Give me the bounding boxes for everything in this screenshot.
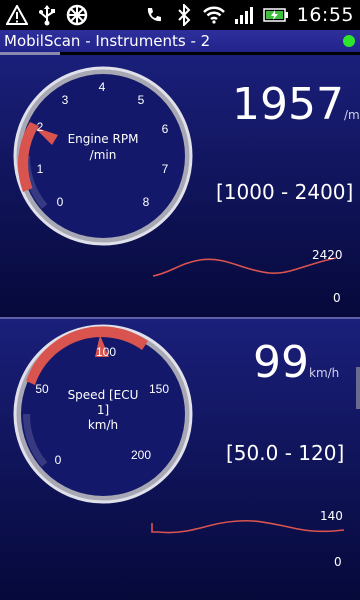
speed-sparkline	[151, 519, 345, 534]
speed-value-unit: km/h	[309, 366, 340, 380]
page-title: MobilScan - Instruments - 2	[4, 32, 211, 50]
usb-icon	[36, 4, 58, 26]
rpm-tick-label: 4	[99, 80, 106, 94]
status-bar: 16:55	[0, 0, 360, 30]
rpm-gauge: 0 1 2 3 4 5 6 7 8 Engine RPM /min	[13, 66, 193, 246]
instrument-panel-engine-rpm[interactable]: 0 1 2 3 4 5 6 7 8 Engine RPM /min 1957/m…	[0, 55, 360, 317]
rpm-range: [1000 - 2400]	[216, 180, 354, 204]
app-title-bar: MobilScan - Instruments - 2	[0, 30, 360, 52]
rpm-spark-max: 2420	[312, 248, 343, 262]
rpm-tick-label: 8	[143, 195, 150, 209]
rpm-tick-label: 1	[37, 162, 44, 176]
rpm-gauge-label: Engine RPM	[68, 132, 139, 146]
scroll-indicator[interactable]	[356, 367, 360, 409]
rpm-tick-label: 7	[162, 162, 169, 176]
speed-range: [50.0 - 120]	[226, 441, 345, 465]
speed-tick-label: 150	[149, 382, 169, 396]
speed-value-display: 99km/h	[253, 337, 339, 388]
rpm-value: 1957	[232, 79, 344, 130]
bluetooth-icon	[173, 4, 195, 26]
speed-tick-label: 100	[96, 345, 116, 359]
speed-value: 99	[253, 337, 309, 388]
speed-spark-min: 0	[334, 555, 342, 569]
instrument-panel-speed[interactable]: 0 50 100 150 200 Speed [ECU 1] km/h 99km…	[0, 319, 360, 600]
speed-gauge-label-cont: 1]	[97, 403, 109, 417]
rpm-value-unit: /min	[343, 108, 360, 122]
battery-charging-icon	[262, 4, 289, 26]
clock: 16:55	[296, 4, 354, 26]
signal-icon	[233, 4, 255, 26]
speed-spark-max: 140	[320, 509, 343, 523]
steering-wheel-icon	[66, 4, 88, 26]
speed-gauge-label: Speed [ECU	[68, 388, 139, 402]
warning-icon	[6, 4, 28, 26]
rpm-gauge-unit: /min	[90, 148, 117, 162]
rpm-spark-min: 0	[333, 291, 341, 305]
speed-tick-label: 0	[55, 453, 62, 467]
rpm-value-display: 1957/min	[232, 79, 360, 130]
speed-tick-label: 200	[131, 448, 151, 462]
speed-tick-label: 50	[35, 382, 49, 396]
speed-gauge-unit: km/h	[88, 418, 118, 432]
rpm-tick-label: 3	[62, 93, 69, 107]
speed-gauge: 0 50 100 150 200 Speed [ECU 1] km/h	[13, 324, 193, 504]
rpm-tick-label: 0	[57, 195, 64, 209]
phone-icon	[143, 4, 165, 26]
wifi-icon	[202, 4, 225, 26]
rpm-tick-label: 6	[162, 122, 169, 136]
rpm-tick-label: 5	[138, 93, 145, 107]
connection-status-indicator	[343, 35, 355, 47]
rpm-tick-label: 2	[37, 120, 44, 134]
